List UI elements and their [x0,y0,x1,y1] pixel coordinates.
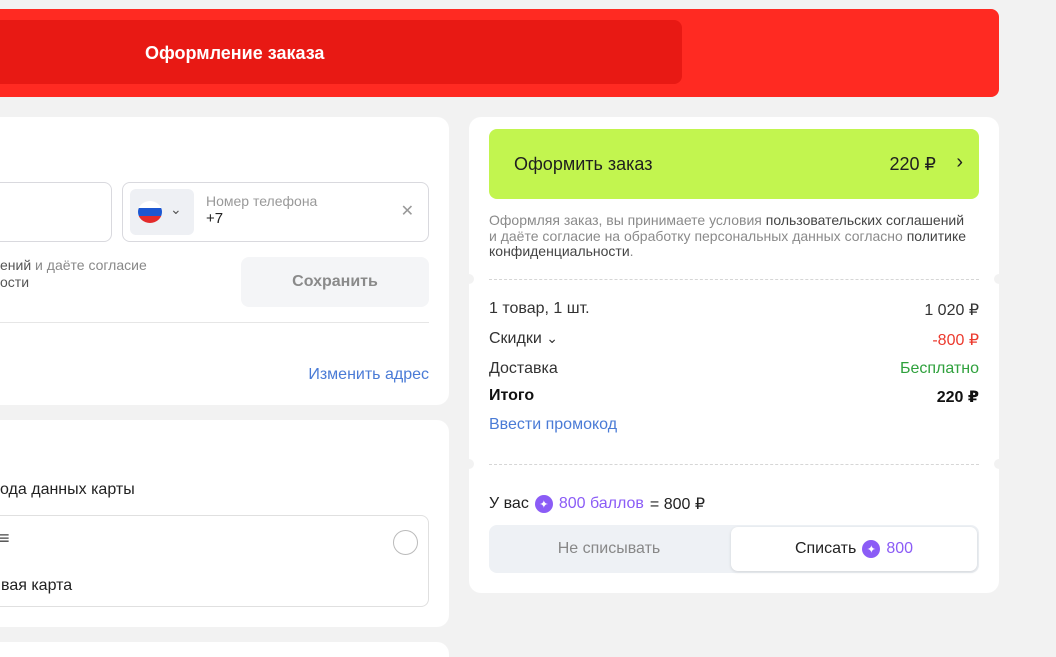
spend-label: Списать [794,540,857,557]
terms-text: Оформляя заказ, вы принимаете условия по… [489,212,969,260]
spend-option[interactable]: Списать ✦ 800 [731,527,977,571]
card-icon: ≡ [0,528,10,548]
points-suffix: = 800 ₽ [649,496,706,513]
payment-option-label: вая карта [1,577,73,594]
payment-radio[interactable] [393,530,418,555]
phone-label: Номер телефона [206,193,318,209]
points-link[interactable]: 800 баллов [559,495,644,513]
divider [0,322,429,323]
points-coin-icon: ✦ [862,540,881,558]
items-label: 1 товар, 1 шт. [489,300,590,317]
chevron-right-icon: › [956,151,963,173]
items-row: 1 товар, 1 шт. 1 020 ₽ [489,300,979,319]
payment-option[interactable]: ≡ вая карта [0,515,429,607]
contact-card: ⌄ Номер телефона +7 ✕ ений и даёте согла… [0,117,449,405]
total-row: Итого 220 ₽ [489,387,979,406]
payment-card: ода данных карты ≡ вая карта [0,420,449,627]
russia-flag-icon [138,201,162,223]
delivery-row: Доставка Бесплатно [489,360,979,378]
country-selector[interactable]: ⌄ [130,189,194,235]
place-order-label: Оформить заказ [514,154,653,174]
notch-right [994,459,1004,469]
order-summary-card: Оформить заказ 220 ₽ › Оформляя заказ, в… [464,117,1004,593]
terms-part: и даёте согласие на обработку персональн… [489,227,907,244]
payment-text: ода данных карты [0,481,135,498]
change-address-link[interactable]: Изменить адрес [308,366,429,384]
points-toggle: Не списывать Списать ✦ 800 [489,525,979,573]
name-field[interactable] [0,182,112,242]
phone-input[interactable]: +7 [206,210,223,227]
phone-field[interactable]: ⌄ Номер телефона +7 ✕ [122,182,429,242]
delivery-value: Бесплатно [899,360,979,377]
total-label: Итого [489,387,535,404]
header-inner-panel [0,20,682,84]
notch-left [464,459,474,469]
spend-amount: 800 [886,540,914,557]
dashed-divider [489,464,979,465]
chevron-down-icon: ⌄ [170,201,182,217]
chevron-down-icon[interactable]: ⌄ [546,330,558,346]
notch-left [464,274,474,284]
clear-icon[interactable]: ✕ [401,201,414,221]
page-title: Оформление заказа [145,43,325,63]
consent-text: ений и даёте согласие ости [0,257,147,291]
items-value: 1 020 ₽ [924,302,979,319]
save-button[interactable]: Сохранить [241,257,429,307]
no-spend-option[interactable]: Не списывать [489,525,729,573]
user-agreements-link[interactable]: пользовательских соглашений [766,212,964,228]
dashed-divider [489,279,979,280]
consent-link-fragment-2[interactable]: ости [0,274,29,290]
points-prefix: У вас [489,495,529,512]
discounts-value: -800 ₽ [932,332,979,349]
consent-link-fragment[interactable]: ений [0,257,31,273]
terms-part: Оформляя заказ, вы принимаете условия [489,212,766,228]
notch-right [994,274,1004,284]
delivery-label: Доставка [489,360,558,377]
place-order-button[interactable]: Оформить заказ 220 ₽ › [489,129,979,199]
points-row: У вас ✦ 800 баллов = 800 ₽ [489,494,705,514]
discounts-row[interactable]: Скидки ⌄ -800 ₽ [489,330,979,349]
place-order-total: 220 ₽ [889,154,937,174]
discounts-label[interactable]: Скидки [489,330,542,347]
consent-text-fragment: и даёте согласие [31,257,147,273]
points-coin-icon: ✦ [534,495,553,513]
next-card [0,642,449,657]
header-bar: Оформление заказа [0,9,999,97]
total-value: 220 ₽ [936,389,979,406]
promo-code-link[interactable]: Ввести промокод [489,416,617,434]
terms-part: . [629,243,634,259]
